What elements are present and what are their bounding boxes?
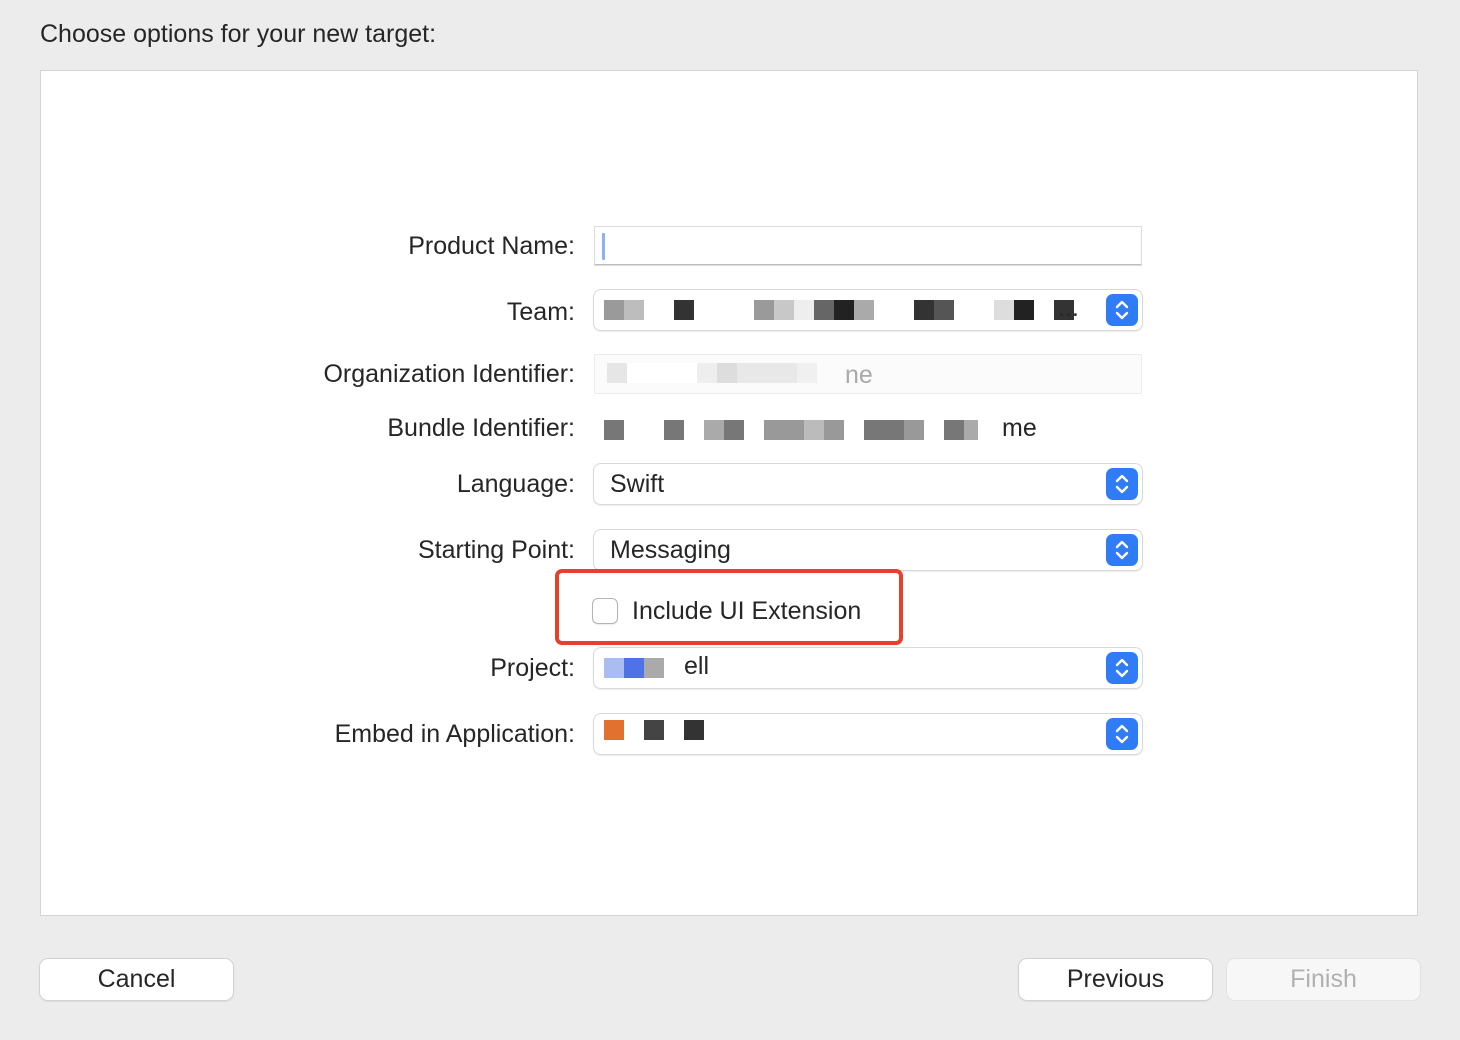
language-popup[interactable]: Swift <box>594 464 1142 504</box>
chevron-up-down-icon <box>1106 534 1138 566</box>
language-value: Swift <box>610 470 665 498</box>
previous-button[interactable]: Previous <box>1019 959 1212 1000</box>
project-popup[interactable]: ell <box>594 648 1142 688</box>
team-label: Team: <box>506 298 575 326</box>
organization-identifier-value: ne <box>845 361 873 389</box>
cancel-button[interactable]: Cancel <box>40 959 233 1000</box>
starting-point-value: Messaging <box>610 536 731 564</box>
starting-point-popup[interactable]: Messaging <box>594 530 1142 570</box>
embed-in-application-label: Embed in Application: <box>334 720 575 748</box>
project-value: ell <box>684 652 710 680</box>
team-redacted-value <box>604 300 1074 320</box>
product-name-label: Product Name: <box>408 232 575 260</box>
team-popup[interactable]: ... <box>594 290 1142 330</box>
embed-in-application-popup[interactable] <box>594 714 1142 754</box>
product-name-field[interactable] <box>594 226 1142 266</box>
language-label: Language: <box>456 470 575 498</box>
organization-identifier-label: Organization Identifier: <box>323 360 575 388</box>
organization-identifier-redacted <box>607 363 817 383</box>
bundle-identifier-value: me <box>1002 414 1037 442</box>
finish-button[interactable]: Finish <box>1227 959 1420 1000</box>
text-caret <box>602 233 605 260</box>
project-label: Project: <box>490 654 575 682</box>
bundle-identifier-redacted <box>604 420 978 440</box>
annotation-highlight-box <box>555 569 903 645</box>
chevron-up-down-icon <box>1106 468 1138 500</box>
project-icon-redacted <box>604 658 664 678</box>
starting-point-label: Starting Point: <box>417 536 575 564</box>
team-value-suffix: ... <box>1058 294 1079 322</box>
chevron-up-down-icon <box>1106 718 1138 750</box>
chevron-up-down-icon <box>1106 652 1138 684</box>
dialog-heading: Choose options for your new target: <box>40 20 437 48</box>
bundle-identifier-label: Bundle Identifier: <box>387 414 575 442</box>
embed-app-redacted <box>604 720 704 740</box>
chevron-up-down-icon <box>1106 294 1138 326</box>
new-target-dialog: Choose options for your new target: Prod… <box>0 0 1460 1040</box>
organization-identifier-field[interactable]: ne <box>594 354 1142 394</box>
